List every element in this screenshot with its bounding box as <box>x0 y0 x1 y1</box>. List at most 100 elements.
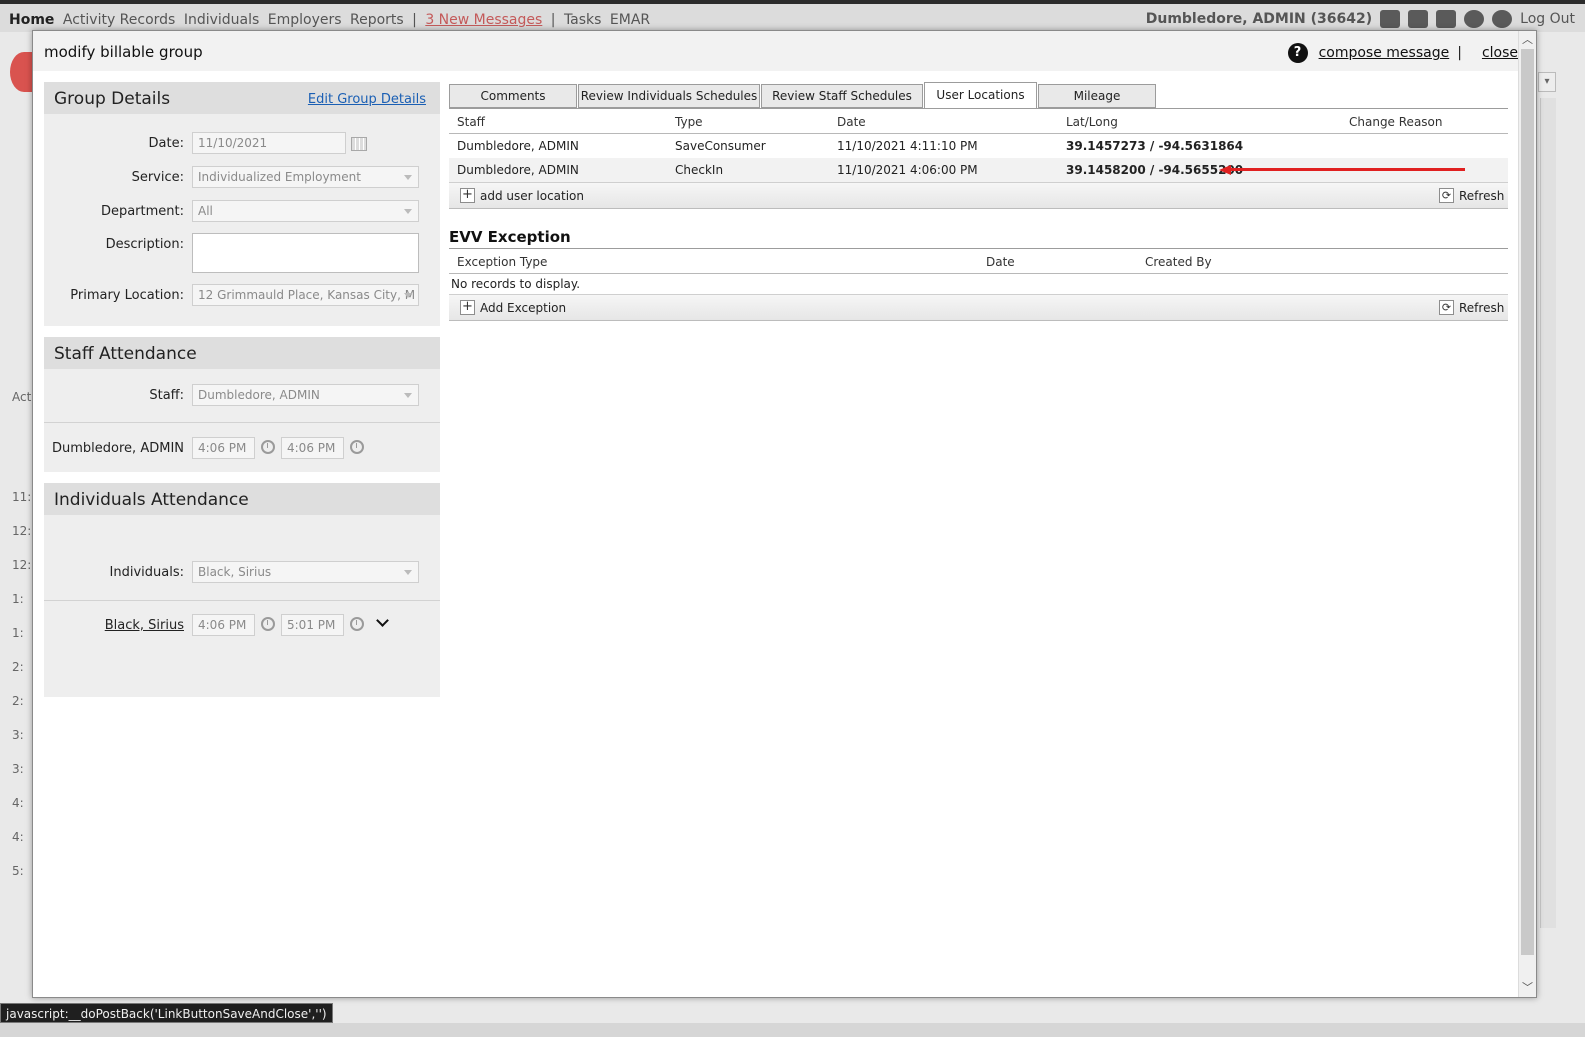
group-details-header: Group Details Edit Group Details <box>44 82 440 114</box>
background-row-label: 1: <box>12 626 24 640</box>
primary-location-label: Primary Location: <box>70 288 184 303</box>
nav-individuals[interactable]: Individuals <box>184 12 259 28</box>
tab-mileage[interactable]: Mileage <box>1038 84 1156 108</box>
background-dropdown[interactable]: ▾ <box>1538 72 1556 92</box>
background-row-label: 12: <box>12 524 32 538</box>
nav-reports[interactable]: Reports <box>350 12 404 28</box>
add-exception-button[interactable]: Add Exception <box>480 301 566 315</box>
background-row-label: 3: <box>12 762 24 776</box>
description-label: Description: <box>105 237 184 252</box>
help-icon[interactable] <box>1464 10 1485 28</box>
table-row[interactable]: Dumbledore, ADMIN SaveConsumer 11/10/202… <box>449 134 1508 158</box>
nav-activity-records[interactable]: Activity Records <box>63 12 175 28</box>
background-row-label: 5: <box>12 864 24 878</box>
refresh-exceptions-button[interactable]: Refresh <box>1459 301 1504 315</box>
top-navigation: Home Activity Records Individuals Employ… <box>0 4 1585 32</box>
department-select[interactable]: All <box>192 200 419 222</box>
nav-separator: | <box>550 12 556 28</box>
staff-attendance-title: Staff Attendance <box>54 344 197 364</box>
cell-date: 11/10/2021 4:06:00 PM <box>837 163 978 177</box>
background-scrollbar[interactable] <box>1540 98 1556 928</box>
refresh-user-locations-button[interactable]: Refresh <box>1459 189 1504 203</box>
logout-link[interactable]: Log Out <box>1520 11 1575 27</box>
clock-icon[interactable] <box>350 440 364 454</box>
tab-comments[interactable]: Comments <box>449 84 577 108</box>
column-header-staff[interactable]: Staff <box>457 115 485 129</box>
individuals-select[interactable]: Black, Sirius <box>192 561 419 583</box>
grid-header: Staff Type Date Lat/Long Change Reason <box>449 109 1508 134</box>
cell-staff: Dumbledore, ADMIN <box>457 163 579 177</box>
nav-separator: | <box>412 12 417 28</box>
individual-name-link[interactable]: Black, Sirius <box>105 618 184 633</box>
scroll-up-icon[interactable]: ︿ <box>1519 32 1536 48</box>
description-textarea[interactable] <box>192 233 419 273</box>
staff-row: Staff: Dumbledore, ADMIN <box>44 384 440 408</box>
staff-start-time-input[interactable]: 4:06 PM <box>192 437 255 459</box>
gear-icon[interactable] <box>1492 10 1513 28</box>
clock-icon[interactable] <box>261 440 275 454</box>
plus-icon[interactable]: + <box>460 188 475 203</box>
date-input[interactable]: 11/10/2021 <box>192 132 346 154</box>
tab-review-staff-schedules[interactable]: Review Staff Schedules <box>761 84 923 108</box>
edit-group-details-link[interactable]: Edit Group Details <box>308 92 426 107</box>
compose-message-link[interactable]: compose message <box>1319 45 1450 61</box>
chevron-down-icon[interactable] <box>376 614 389 627</box>
individual-start-time-input[interactable]: 4:06 PM <box>192 614 255 636</box>
staff-attendance-panel: Staff Attendance Staff: Dumbledore, ADMI… <box>44 337 440 472</box>
individuals-row: Individuals: Black, Sirius <box>44 561 440 585</box>
refresh-icon[interactable]: ⟳ <box>1439 300 1454 315</box>
individual-end-time-input[interactable]: 5:01 PM <box>281 614 344 636</box>
dialog-title: modify billable group <box>44 43 203 61</box>
refresh-icon[interactable]: ⟳ <box>1439 188 1454 203</box>
background-row-label: 12: <box>12 558 32 572</box>
column-header-exception-type[interactable]: Exception Type <box>457 255 547 269</box>
table-row[interactable]: Dumbledore, ADMIN CheckIn 11/10/2021 4:0… <box>449 158 1508 182</box>
background-row-label: 1: <box>12 592 24 606</box>
column-header-change-reason[interactable]: Change Reason <box>1349 115 1443 129</box>
scrollbar-thumb[interactable] <box>1521 49 1534 955</box>
scroll-down-icon[interactable]: ﹀ <box>1519 980 1536 996</box>
nav-username: Dumbledore, ADMIN (36642) <box>1145 11 1373 27</box>
grid-footer: + add user location ⟳ Refresh <box>449 182 1508 209</box>
nav-tasks[interactable]: Tasks <box>564 12 602 28</box>
nav-employers[interactable]: Employers <box>268 12 342 28</box>
description-row: Description: <box>44 233 440 273</box>
add-user-location-button[interactable]: add user location <box>480 189 584 203</box>
staff-end-time-input[interactable]: 4:06 PM <box>281 437 344 459</box>
background-row-label: 4: <box>12 830 24 844</box>
plus-icon[interactable]: + <box>460 300 475 315</box>
empty-row: No records to display. <box>449 274 1508 294</box>
clock-icon[interactable] <box>261 617 275 631</box>
staff-attendance-name: Dumbledore, ADMIN <box>52 441 184 456</box>
grid-footer: + Add Exception ⟳ Refresh <box>449 294 1508 321</box>
clock-icon[interactable] <box>350 617 364 631</box>
nav-messages[interactable]: 3 New Messages <box>425 12 542 28</box>
background-row-label: 3: <box>12 728 24 742</box>
nav-emar[interactable]: EMAR <box>610 12 650 28</box>
archive-icon[interactable] <box>1436 10 1457 28</box>
individuals-attendance-panel: Individuals Attendance Individuals: Blac… <box>44 483 440 697</box>
grid-header: Exception Type Date Created By <box>449 249 1508 274</box>
service-select[interactable]: Individualized Employment <box>192 166 419 188</box>
dialog-scrollbar[interactable]: ︿ ﹀ <box>1518 31 1536 997</box>
users-icon[interactable] <box>1408 10 1429 28</box>
column-header-type[interactable]: Type <box>675 115 703 129</box>
column-header-date[interactable]: Date <box>986 255 1015 269</box>
close-link[interactable]: close <box>1482 45 1518 61</box>
primary-location-select[interactable]: 12 Grimmauld Place, Kansas City, M <box>192 284 419 306</box>
column-header-created-by[interactable]: Created By <box>1145 255 1212 269</box>
column-header-date[interactable]: Date <box>837 115 866 129</box>
tab-user-locations[interactable]: User Locations <box>924 82 1037 109</box>
staff-select[interactable]: Dumbledore, ADMIN <box>192 384 419 406</box>
calendar-icon[interactable] <box>351 137 367 151</box>
question-icon[interactable]: ? <box>1287 43 1308 63</box>
no-records-message: No records to display. <box>451 277 581 291</box>
action-separator: | <box>1457 45 1462 61</box>
department-row: Department: All <box>44 200 440 224</box>
nav-home[interactable]: Home <box>9 12 54 28</box>
group-details-title: Group Details <box>54 89 171 109</box>
evv-exception-grid: Exception Type Date Created By No record… <box>449 248 1508 321</box>
home-icon[interactable] <box>1380 10 1401 28</box>
tab-review-individuals-schedules[interactable]: Review Individuals Schedules <box>578 84 760 108</box>
column-header-latlong[interactable]: Lat/Long <box>1066 115 1118 129</box>
